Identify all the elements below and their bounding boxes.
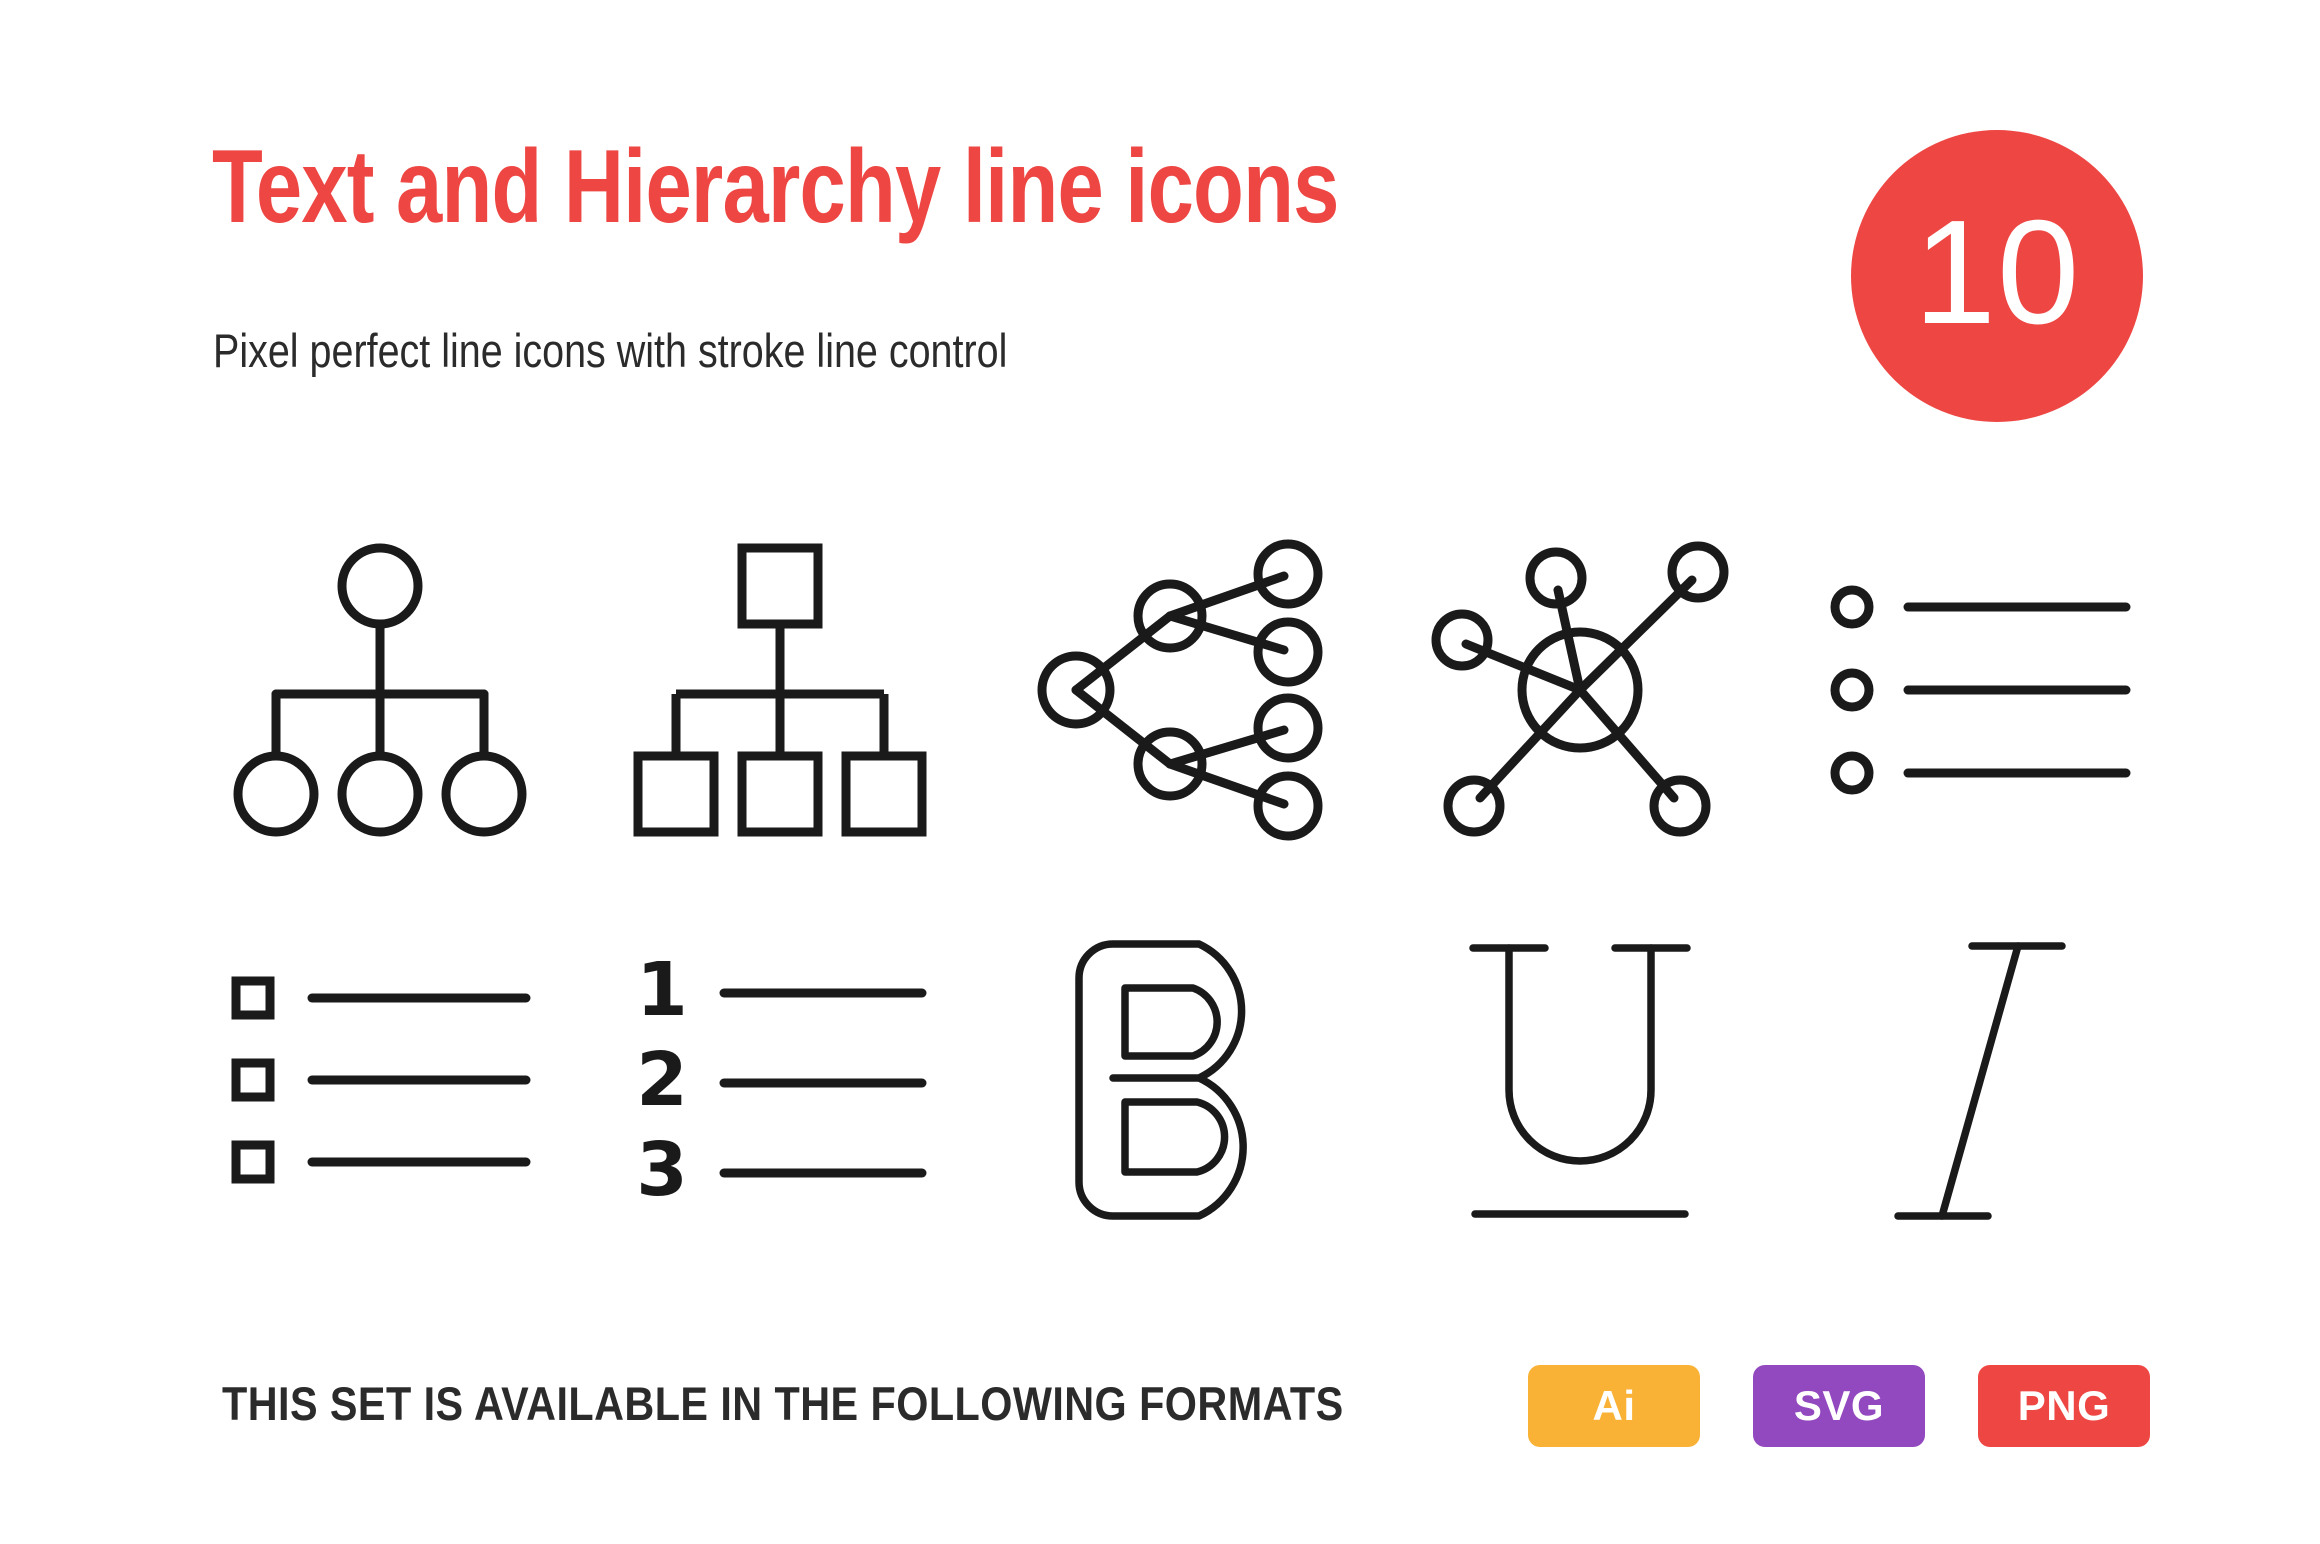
format-badge-png-label: PNG	[2017, 1382, 2111, 1429]
icon-grid: 1 2 3	[0, 490, 2320, 1290]
bold-text-icon[interactable]	[980, 910, 1380, 1250]
page-title: Text and Hierarchy line icons	[212, 129, 1339, 245]
format-badge-svg-label: SVG	[1793, 1382, 1885, 1429]
format-badge-svg[interactable]: SVG	[1753, 1365, 1925, 1447]
bulleted-list-icon[interactable]	[1780, 520, 2180, 860]
numbered-list-numeral-1: 1	[636, 947, 688, 1033]
numbered-list-numeral-3: 3	[636, 1127, 688, 1213]
binary-tree-icon[interactable]	[980, 520, 1380, 860]
format-badge-list: Ai SVG PNG	[1528, 1365, 2150, 1447]
numbered-list-numeral-2: 2	[636, 1037, 688, 1123]
icon-row-2: 1 2 3	[180, 890, 2180, 1270]
italic-text-icon[interactable]	[1780, 910, 2180, 1250]
format-badge-ai-label: Ai	[1592, 1382, 1636, 1429]
underline-text-icon[interactable]	[1380, 910, 1780, 1250]
format-badge-png[interactable]: PNG	[1978, 1365, 2150, 1447]
org-chart-squares-icon[interactable]	[580, 520, 980, 860]
org-chart-circles-icon[interactable]	[180, 520, 580, 860]
footer: THIS SET IS AVAILABLE IN THE FOLLOWING F…	[0, 1330, 2320, 1544]
icon-count-value: 10	[1913, 190, 2081, 355]
formats-note: THIS SET IS AVAILABLE IN THE FOLLOWING F…	[222, 1377, 1344, 1430]
page-subtitle: Pixel perfect line icons with stroke lin…	[213, 324, 1008, 377]
icon-set-preview-page: Text and Hierarchy line icons Pixel perf…	[0, 0, 2320, 1544]
checkbox-list-icon[interactable]	[180, 910, 580, 1250]
icon-count-badge: 10	[1851, 130, 2143, 422]
format-badge-ai[interactable]: Ai	[1528, 1365, 1700, 1447]
numbered-list-icon[interactable]: 1 2 3	[580, 910, 980, 1250]
hub-network-icon[interactable]	[1380, 520, 1780, 860]
icon-row-1	[180, 500, 2180, 880]
header: Text and Hierarchy line icons Pixel perf…	[0, 0, 2320, 470]
